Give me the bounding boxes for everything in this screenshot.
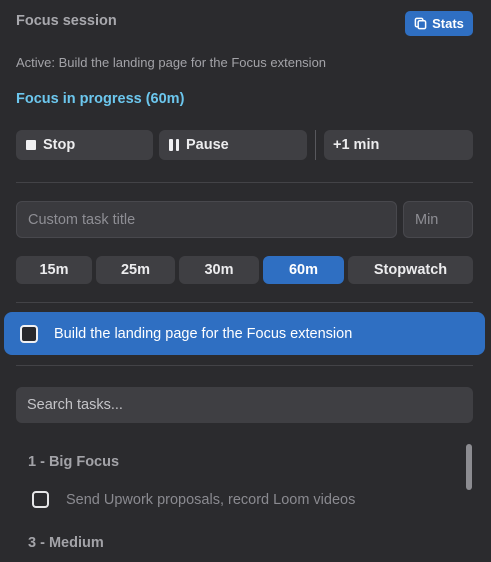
divider	[16, 302, 473, 303]
panel-title: Focus session	[16, 13, 117, 29]
focus-status: Focus in progress (60m)	[16, 91, 185, 107]
copy-icon	[414, 17, 427, 30]
divider	[16, 182, 473, 183]
minutes-input[interactable]: Min	[403, 201, 473, 238]
preset-60m-button[interactable]: 60m	[263, 256, 344, 284]
stats-button-label: Stats	[432, 16, 464, 31]
preset-15m-button[interactable]: 15m	[16, 256, 92, 284]
task-group-heading: 3 - Medium	[28, 535, 104, 551]
stop-button-label: Stop	[43, 137, 76, 153]
task-group-heading: 1 - Big Focus	[28, 454, 120, 470]
preset-label: 30m	[204, 262, 234, 278]
task-label: Send Upwork proposals, record Loom video…	[66, 491, 356, 508]
divider	[16, 365, 473, 366]
header: Focus session Stats	[16, 11, 473, 37]
search-placeholder: Search tasks...	[27, 397, 123, 413]
preset-label: 15m	[39, 262, 69, 278]
pause-icon	[169, 139, 179, 151]
active-task-text: Active: Build the landing page for the F…	[16, 55, 327, 70]
preset-label: Stopwatch	[373, 262, 448, 278]
preset-stopwatch-button[interactable]: Stopwatch	[348, 256, 473, 284]
preset-label: 25m	[120, 262, 151, 278]
add-minute-button[interactable]: +1 min	[324, 130, 473, 160]
preset-30m-button[interactable]: 30m	[179, 256, 259, 284]
add-minute-button-label: +1 min	[333, 137, 380, 153]
custom-task-title-input[interactable]: Custom task title	[16, 201, 397, 238]
custom-task-title-placeholder: Custom task title	[28, 211, 136, 228]
stop-button[interactable]: Stop	[16, 130, 153, 160]
preset-label: 60m	[288, 262, 319, 278]
scrollbar-thumb[interactable]	[466, 444, 472, 490]
pause-button[interactable]: Pause	[159, 130, 307, 160]
current-task-row[interactable]: Build the landing page for the Focus ext…	[4, 312, 485, 355]
list-item[interactable]: Send Upwork proposals, record Loom video…	[32, 491, 355, 508]
search-input[interactable]: Search tasks...	[16, 387, 473, 423]
pause-button-label: Pause	[186, 137, 229, 153]
current-task-checkbox[interactable]	[20, 324, 38, 343]
stats-button[interactable]: Stats	[405, 11, 473, 36]
minutes-placeholder: Min	[415, 211, 439, 228]
task-checkbox[interactable]	[32, 491, 49, 508]
control-divider	[315, 130, 316, 160]
preset-25m-button[interactable]: 25m	[96, 256, 175, 284]
current-task-label: Build the landing page for the Focus ext…	[54, 325, 353, 342]
stop-icon	[26, 140, 36, 150]
